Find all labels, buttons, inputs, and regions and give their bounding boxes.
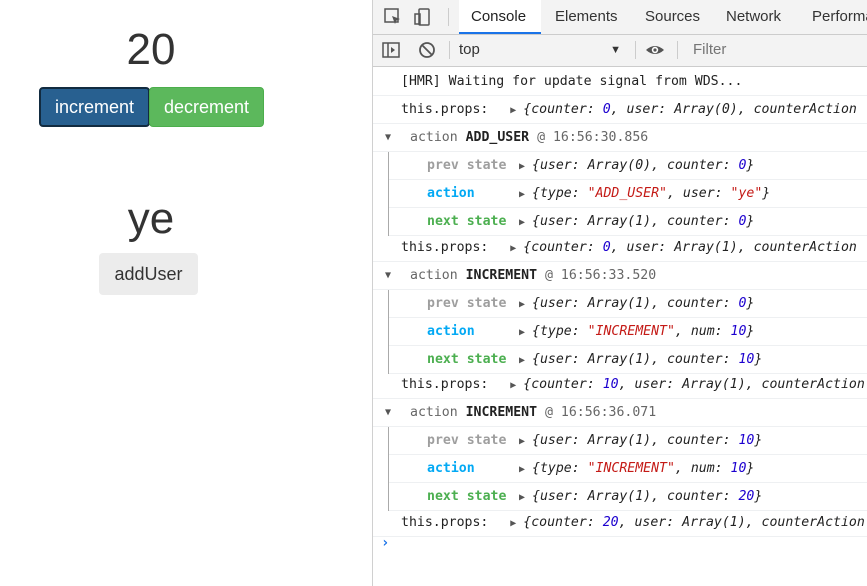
filter-input[interactable] (685, 39, 867, 61)
action-time: @ 16:56:33.520 (545, 268, 657, 283)
expand-triangle-icon: ▶ (519, 217, 526, 228)
console-message: [HMR] Waiting for update signal from WDS… (373, 68, 867, 96)
console-message[interactable]: this.props: ▶ {counter: 0, user: Array(1)… (373, 234, 867, 262)
props-prefix: this.props: (401, 377, 489, 392)
user-name: ye (127, 194, 175, 243)
tab-performance[interactable]: Performa (800, 0, 867, 34)
action-group-header[interactable]: ▼ action ADD_USER @ 16:56:30.856 (373, 124, 867, 152)
caret-down-icon: ▼ (610, 44, 621, 56)
devtools-panel: Console Elements Sources Network Perform… (372, 0, 867, 586)
props-prefix: this.props: (401, 102, 489, 117)
device-toolbar-icon[interactable] (413, 7, 433, 27)
action-time: @ 16:56:30.856 (537, 130, 649, 145)
toolbar-divider (677, 41, 678, 59)
collapse-triangle-icon[interactable]: ▼ (385, 262, 391, 289)
expand-triangle-icon[interactable]: ▶ (510, 97, 523, 123)
props-object: {counter: 0, user: Array(1), counterActi… (523, 240, 857, 255)
console-message[interactable]: this.props: ▶ {counter: 10, user: Array(1… (373, 371, 867, 399)
action-group-header[interactable]: ▼ action INCREMENT @ 16:56:36.071 (373, 399, 867, 427)
counter-value: 20 (126, 25, 176, 74)
context-value: top (459, 41, 480, 58)
action-row[interactable]: action ▶ {type: "INCREMENT", num: 10} (389, 455, 867, 483)
increment-button[interactable]: increment (39, 87, 150, 127)
expand-triangle-icon: ▶ (519, 327, 526, 338)
tab-elements[interactable]: Elements (543, 0, 628, 34)
action-time: @ 16:56:36.071 (545, 405, 657, 420)
prev-state-row[interactable]: prev state ▶ {user: Array(0), counter: 0} (389, 152, 867, 180)
inspect-icon[interactable] (383, 7, 403, 27)
props-object: {counter: 20, user: Array(1), counterAct… (523, 515, 865, 530)
action-row[interactable]: action ▶ {type: "INCREMENT", num: 10} (389, 318, 867, 346)
tab-sources[interactable]: Sources (633, 0, 708, 34)
eye-icon[interactable] (645, 40, 665, 60)
expand-triangle-icon: ▶ (519, 189, 526, 200)
action-row[interactable]: action ▶ {type: "ADD_USER", user: "ye"} (389, 180, 867, 208)
expand-triangle-icon: ▶ (519, 492, 526, 503)
next-state-row[interactable]: next state ▶ {user: Array(1), counter: 0} (389, 208, 867, 236)
console-message[interactable]: this.props: ▶ {counter: 0, user: Array(0)… (373, 96, 867, 124)
action-group-header[interactable]: ▼ action INCREMENT @ 16:56:33.520 (373, 262, 867, 290)
console-output: [HMR] Waiting for update signal from WDS… (373, 67, 867, 586)
console-prompt-icon[interactable]: › (381, 535, 389, 551)
toolbar-divider (635, 41, 636, 59)
next-state-row[interactable]: next state ▶ {user: Array(1), counter: 10… (389, 346, 867, 374)
expand-triangle-icon[interactable]: ▶ (510, 372, 523, 398)
next-state-row[interactable]: next state ▶ {user: Array(1), counter: 20… (389, 483, 867, 511)
expand-triangle-icon: ▶ (519, 355, 526, 366)
app-panel: 20 increment decrement ye addUser (0, 0, 372, 586)
sidebar-toggle-icon[interactable] (381, 40, 401, 60)
context-select[interactable]: top ▼ (459, 39, 627, 61)
action-name: INCREMENT (465, 405, 538, 420)
props-object: {counter: 10, user: Array(1), counterAct… (523, 377, 865, 392)
prev-state-row[interactable]: prev state ▶ {user: Array(1), counter: 0} (389, 290, 867, 318)
devtools-tabbar: Console Elements Sources Network Perform… (373, 0, 867, 35)
decrement-button[interactable]: decrement (149, 87, 264, 127)
console-toolbar: top ▼ (373, 35, 867, 67)
tab-network[interactable]: Network (714, 0, 794, 34)
expand-triangle-icon: ▶ (519, 464, 526, 475)
expand-triangle-icon[interactable]: ▶ (510, 235, 523, 261)
hmr-message: [HMR] Waiting for update signal from WDS… (401, 74, 743, 89)
tab-console[interactable]: Console (459, 0, 541, 34)
add-user-button[interactable]: addUser (99, 253, 198, 295)
props-prefix: this.props: (401, 515, 489, 530)
toolbar-divider (448, 8, 449, 26)
prev-state-row[interactable]: prev state ▶ {user: Array(1), counter: 10… (389, 427, 867, 455)
props-object: {counter: 0, user: Array(0), counterActi… (523, 102, 857, 117)
expand-triangle-icon: ▶ (519, 436, 526, 447)
clear-console-icon[interactable] (417, 40, 437, 60)
collapse-triangle-icon[interactable]: ▼ (385, 399, 391, 426)
collapse-triangle-icon[interactable]: ▼ (385, 124, 391, 151)
expand-triangle-icon[interactable]: ▶ (510, 510, 523, 536)
action-name: ADD_USER (465, 130, 530, 145)
console-message[interactable]: this.props: ▶ {counter: 20, user: Array(1… (373, 509, 867, 537)
action-name: INCREMENT (465, 268, 538, 283)
expand-triangle-icon: ▶ (519, 299, 526, 310)
props-prefix: this.props: (401, 240, 489, 255)
expand-triangle-icon: ▶ (519, 161, 526, 172)
toolbar-divider (449, 41, 450, 59)
